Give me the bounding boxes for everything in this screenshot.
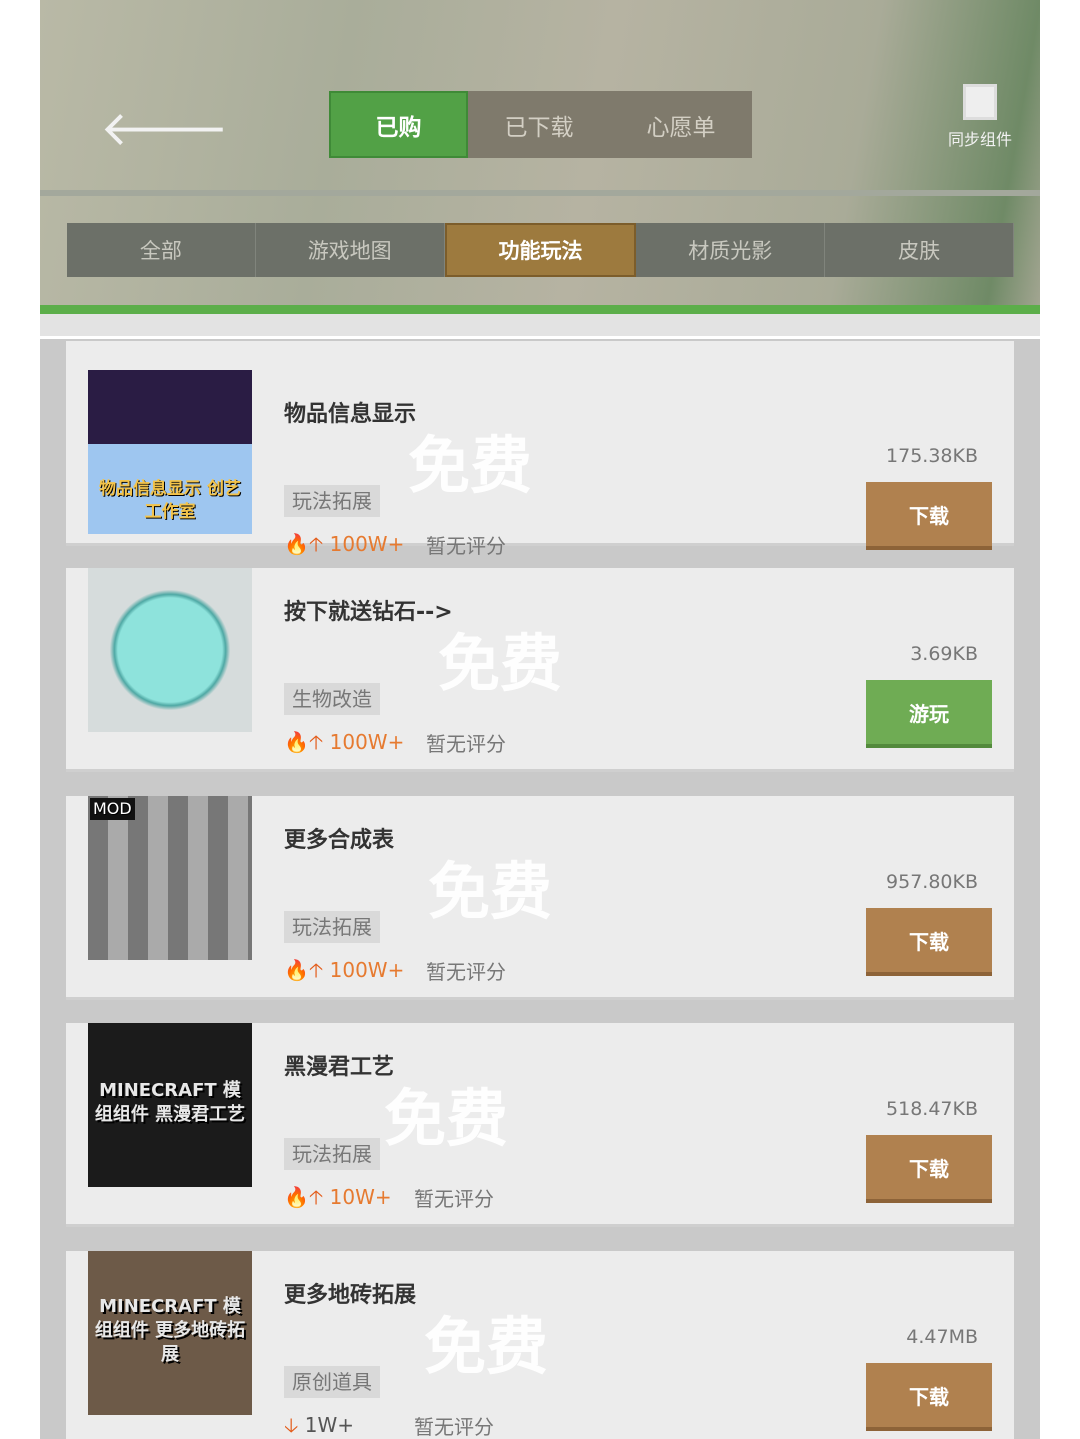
tab-downloaded[interactable]: 已下载 [468, 91, 610, 158]
item-size: 3.69KB [910, 643, 978, 665]
item-downloads: 🔥🡡 100W+ [284, 728, 404, 762]
item-downloads: 🔥🡡 100W+ [284, 956, 404, 990]
divider [40, 190, 1040, 196]
fire-icon: 🔥🡡 [284, 958, 324, 982]
item-title[interactable]: 物品信息显示 [284, 396, 416, 428]
thumbnail-text: MINECRAFT 模组组件 更多地砖拓展 [94, 1295, 246, 1366]
item-thumbnail[interactable]: MINECRAFT 模组组件 更多地砖拓展 [88, 1251, 252, 1415]
free-watermark: 免费 [384, 1082, 509, 1155]
item-rating: 暂无评分 [414, 1187, 494, 1211]
item-rating: 暂无评分 [414, 1415, 494, 1439]
item-size: 518.47KB [886, 1098, 978, 1120]
item-rating: 暂无评分 [426, 960, 506, 984]
list-item[interactable]: 按下就送钻石--> 免费 3.69KB 生物改造 游玩 🔥🡡 100W+ 暂无评… [66, 568, 1014, 772]
category-textures[interactable]: 材质光影 [636, 223, 826, 277]
item-tag: 生物改造 [284, 683, 380, 715]
item-thumbnail[interactable]: MINECRAFT 模组组件 黑漫君工艺 [88, 1023, 252, 1187]
item-downloads: 🔥🡡 100W+ [284, 530, 404, 564]
thumbnail-text: MOD [90, 798, 135, 820]
tab-purchased[interactable]: 已购 [329, 91, 468, 158]
sync-label: 同步组件 [947, 130, 1012, 149]
free-watermark: 免费 [424, 1310, 549, 1383]
category-gameplay[interactable]: 功能玩法 [444, 223, 637, 277]
item-size: 957.80KB [886, 871, 978, 893]
item-title[interactable]: 更多地砖拓展 [284, 1277, 416, 1309]
download-button[interactable]: 下载 [866, 1363, 992, 1431]
header: 🡐 已购 已下载 心愿单 同步组件 全部 游戏地图 功能玩法 材质光影 皮肤 [40, 0, 1040, 305]
item-downloads: 🔥🡡 10W+ [284, 1183, 392, 1217]
purchase-tabs: 已购 已下载 心愿单 [329, 91, 752, 158]
item-rating: 暂无评分 [426, 732, 506, 756]
free-watermark: 免费 [428, 855, 553, 928]
download-count: 1W+ [304, 1413, 354, 1437]
list-item[interactable]: MINECRAFT 模组组件 黑漫君工艺 黑漫君工艺 免费 518.47KB 玩… [66, 1023, 1014, 1227]
download-button[interactable]: 下载 [866, 1135, 992, 1203]
fire-icon: 🔥🡡 [284, 1185, 324, 1209]
download-count: 100W+ [329, 958, 405, 982]
download-button[interactable]: 下载 [866, 908, 992, 976]
thumbnail-text: MINECRAFT 模组组件 黑漫君工艺 [94, 1079, 246, 1125]
download-count: 100W+ [329, 532, 405, 556]
item-tag: 原创道具 [284, 1366, 380, 1398]
list-item[interactable]: MOD 更多合成表 免费 957.80KB 玩法拓展 下载 🔥🡡 100W+ 暂… [66, 796, 1014, 1000]
item-title[interactable]: 按下就送钻石--> [284, 594, 453, 626]
item-thumbnail[interactable] [88, 568, 252, 732]
sync-button[interactable]: 同步组件 [940, 84, 1020, 150]
sync-monitor-icon [963, 84, 997, 120]
thumbnail-text: 物品信息显示 创艺工作室 [99, 479, 241, 523]
item-size: 4.47MB [906, 1326, 978, 1348]
download-count: 100W+ [329, 730, 405, 754]
free-watermark: 免费 [438, 627, 563, 700]
download-arrow-icon: 🡣 [284, 1413, 299, 1437]
item-title[interactable]: 黑漫君工艺 [284, 1049, 394, 1081]
tab-wishlist[interactable]: 心愿单 [610, 91, 752, 158]
download-button[interactable]: 下载 [866, 482, 992, 550]
arrow-left-icon[interactable]: 🡐 [100, 98, 229, 157]
app: 🡐 已购 已下载 心愿单 同步组件 全部 游戏地图 功能玩法 材质光影 皮肤 物… [40, 0, 1040, 1439]
category-tabs: 全部 游戏地图 功能玩法 材质光影 皮肤 [67, 223, 1014, 277]
list-item[interactable]: 物品信息显示 创艺工作室 物品信息显示 免费 175.38KB 玩法拓展 下载 … [66, 341, 1014, 558]
list-top-strip [40, 314, 1040, 339]
accent-line [40, 305, 1040, 314]
free-watermark: 免费 [408, 429, 533, 502]
category-all[interactable]: 全部 [67, 223, 256, 277]
play-button[interactable]: 游玩 [866, 680, 992, 748]
item-thumbnail[interactable]: 物品信息显示 创艺工作室 [88, 370, 252, 534]
fire-icon: 🔥🡡 [284, 532, 324, 556]
fire-icon: 🔥🡡 [284, 730, 324, 754]
download-count: 10W+ [329, 1185, 392, 1209]
item-rating: 暂无评分 [426, 534, 506, 558]
item-title[interactable]: 更多合成表 [284, 822, 394, 854]
list-item[interactable]: MINECRAFT 模组组件 更多地砖拓展 更多地砖拓展 免费 4.47MB 原… [66, 1251, 1014, 1439]
item-thumbnail[interactable]: MOD [88, 796, 252, 960]
item-size: 175.38KB [886, 445, 978, 467]
item-downloads: 🡣 1W+ [284, 1411, 354, 1439]
item-tag: 玩法拓展 [284, 1138, 380, 1170]
category-skins[interactable]: 皮肤 [825, 223, 1014, 277]
category-maps[interactable]: 游戏地图 [256, 223, 445, 277]
item-tag: 玩法拓展 [284, 911, 380, 943]
item-tag: 玩法拓展 [284, 485, 380, 517]
